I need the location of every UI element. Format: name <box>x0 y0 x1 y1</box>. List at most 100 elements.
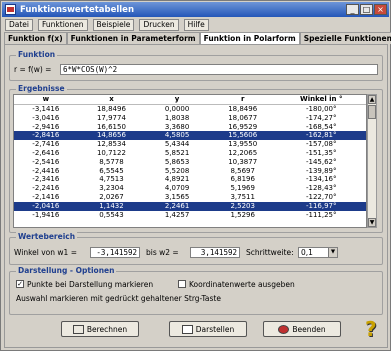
help-icon[interactable]: ? <box>365 317 377 341</box>
schrittweite-select[interactable]: 0,1 ▼ <box>298 247 338 258</box>
menu-datei[interactable]: Datei <box>5 19 34 31</box>
table-cell: -180,00° <box>305 105 337 113</box>
col-y: y <box>174 95 180 103</box>
table-header: w x y r Winkel in ° <box>14 95 366 105</box>
table-cell: -2,8416 <box>32 131 60 140</box>
schrittweite-value: 0,1 <box>301 248 313 257</box>
maximize-button[interactable]: □ <box>360 4 373 15</box>
table-body: -3,1416 18,8496 0,0000 18,8496 -180,00° -3,04… <box>14 105 366 219</box>
function-input[interactable]: 6*W*COS(W)^2 <box>60 64 378 75</box>
function-label: r = f(w) = <box>14 65 52 74</box>
table-cell: 18,8496 <box>228 105 258 113</box>
tab-funktion[interactable]: Funktion f(x) <box>4 32 67 44</box>
beenden-button[interactable]: Beenden <box>263 321 341 337</box>
table-cell: 1,1432 <box>99 201 124 210</box>
table-cell: 16,6150 <box>96 122 126 131</box>
scroll-thumb[interactable] <box>368 105 376 119</box>
punkte-checkbox[interactable]: ✓ <box>16 280 24 288</box>
winkel-von-input[interactable]: -3,141592 <box>90 247 140 258</box>
darstellen-button[interactable]: Darstellen <box>169 321 247 337</box>
bis-input[interactable]: 3,141592 <box>190 247 240 258</box>
table-cell: -2,5416 <box>32 157 60 166</box>
minimize-button[interactable]: _ <box>346 4 359 15</box>
table-cell: 15,5606 <box>228 131 258 140</box>
table-cell: 0,5543 <box>99 210 124 219</box>
berechnen-button[interactable]: Berechnen <box>61 321 139 337</box>
table-cell: -2,4416 <box>32 166 60 175</box>
table-cell: 10,3877 <box>228 157 258 166</box>
table-cell: -145,62° <box>305 157 337 166</box>
table-cell: -3,0416 <box>32 113 60 122</box>
table-cell: 5,4344 <box>164 140 190 149</box>
table-row[interactable]: -2,7416 12,8534 5,4344 13,9550 -157,08° <box>14 140 366 149</box>
table-row[interactable]: -2,4416 6,5545 5,5208 8,5697 -139,89° <box>14 167 366 176</box>
winkel-von-label: Winkel von w1 = <box>14 248 77 257</box>
tab-parameterform[interactable]: Funktionen in Parameterform <box>66 32 200 44</box>
table-row[interactable]: -2,0416 1,1432 2,2461 2,5203 -116,97° <box>14 201 366 211</box>
table-cell: 3,3680 <box>164 122 190 131</box>
table-cell: 4,0709 <box>164 184 190 193</box>
table-row[interactable]: -2,3416 4,7513 4,8921 6,8196 -134,16° <box>14 175 366 184</box>
table-cell: 5,5208 <box>164 166 190 175</box>
table-cell: 5,8521 <box>164 148 190 157</box>
tab-spezielle-funktionen[interactable]: Spezielle Funktionen <box>299 32 391 44</box>
tab-polarform[interactable]: Funktion in Polarform <box>199 32 300 44</box>
menu-beispiele[interactable]: Beispiele <box>92 19 135 31</box>
scroll-down-icon[interactable]: ▼ <box>368 218 376 227</box>
menu-drucken[interactable]: Drucken <box>139 19 179 31</box>
table-row[interactable]: -2,6416 10,7122 5,8521 12,2065 -151,35° <box>14 149 366 158</box>
table-row[interactable]: -3,1416 18,8496 0,0000 18,8496 -180,00° <box>14 105 366 114</box>
table-cell: 2,5203 <box>230 201 255 210</box>
darstellung-group-title: Darstellung - Optionen <box>16 266 117 275</box>
table-cell: 5,1969 <box>230 184 255 193</box>
bis-label: bis w2 = <box>146 248 179 257</box>
table-cell: -157,08° <box>305 140 337 149</box>
table-cell: 6,8196 <box>230 175 255 184</box>
table-row[interactable]: -2,5416 8,5778 5,8653 10,3877 -145,62° <box>14 158 366 167</box>
table-cell: 12,8534 <box>96 140 126 149</box>
col-winkel: Winkel in ° <box>300 95 343 103</box>
table-cell: -2,1416 <box>32 192 60 201</box>
table-cell: 18,0677 <box>228 113 258 122</box>
table-cell: -134,16° <box>305 175 337 184</box>
calculator-icon <box>72 324 84 334</box>
darstellen-label: Darstellen <box>195 324 235 334</box>
table-cell: -1,9416 <box>32 210 60 219</box>
table-row[interactable]: -2,8416 14,8656 4,5805 15,5606 -162,81° <box>14 131 366 141</box>
wertebereich-group: Wertebereich Winkel von w1 = -3,141592 b… <box>9 232 383 265</box>
app-icon <box>5 4 16 15</box>
close-button[interactable]: × <box>374 4 387 15</box>
table-cell: 5,8653 <box>164 157 190 166</box>
menu-funktionen[interactable]: Funktionen <box>38 19 88 31</box>
table-cell: -3,1416 <box>32 105 60 113</box>
table-row[interactable]: -2,9416 16,6150 3,3680 16,9529 -168,54° <box>14 123 366 132</box>
funktion-group: Funktion r = f(w) = 6*W*COS(W)^2 <box>9 50 383 81</box>
table-cell: 4,5805 <box>164 131 190 140</box>
table-row[interactable]: -1,9416 0,5543 1,4257 1,5296 -111,25° <box>14 211 366 220</box>
table-cell: 8,5778 <box>99 157 124 166</box>
table-cell: 18,8496 <box>96 105 126 113</box>
wertebereich-group-title: Wertebereich <box>16 232 78 241</box>
table-row[interactable]: -3,0416 17,9774 1,8038 18,0677 -174,27° <box>14 114 366 123</box>
table-cell: -139,89° <box>305 166 337 175</box>
table-cell: 2,2461 <box>164 201 190 210</box>
chevron-down-icon[interactable]: ▼ <box>328 248 337 257</box>
table-cell: 1,8038 <box>164 113 190 122</box>
col-x: x <box>109 95 114 103</box>
table-cell: -168,54° <box>305 122 337 131</box>
table-row[interactable]: -2,2416 3,2304 4,0709 5,1969 -128,43° <box>14 184 366 193</box>
beenden-label: Beenden <box>292 324 326 334</box>
menu-hilfe[interactable]: Hilfe <box>183 19 209 31</box>
koordinaten-checkbox[interactable] <box>178 280 186 288</box>
scroll-up-icon[interactable]: ▲ <box>368 95 376 104</box>
table-cell: -2,3416 <box>32 175 60 184</box>
table-row[interactable]: -2,1416 2,0267 3,1565 3,7511 -122,70° <box>14 193 366 202</box>
table-cell: 12,2065 <box>228 148 258 157</box>
table-cell: 17,9774 <box>96 113 126 122</box>
table-cell: -2,9416 <box>32 122 60 131</box>
table-scrollbar[interactable]: ▲ ▼ <box>367 94 377 228</box>
table-cell: 4,7513 <box>99 175 124 184</box>
table-cell: 3,7511 <box>230 192 255 201</box>
table-cell: -2,7416 <box>32 140 60 149</box>
col-w: w <box>42 95 50 103</box>
